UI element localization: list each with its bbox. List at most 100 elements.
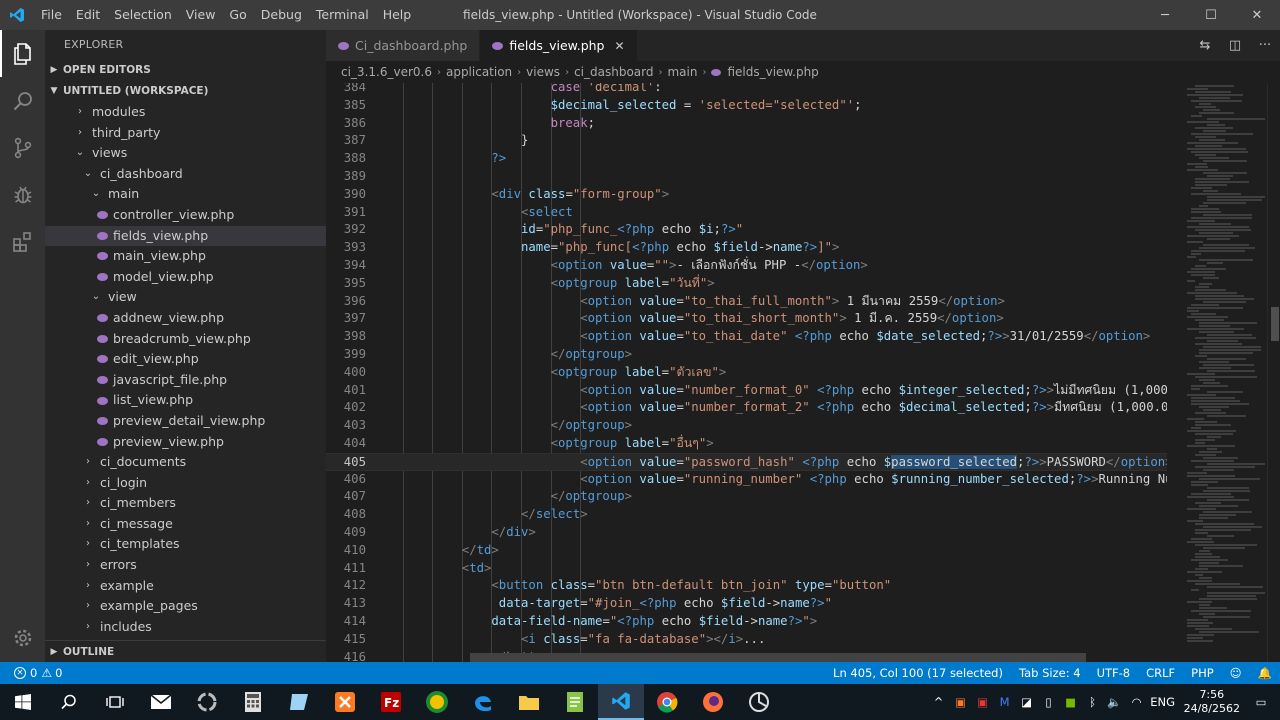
code-line[interactable]: 412 <button class="btn btn-default btn_jo…	[326, 577, 1167, 595]
chevron-up-icon[interactable]: ^	[928, 695, 950, 709]
manage-gear-icon[interactable]	[0, 622, 45, 654]
code-line[interactable]: 415 <i class="fa fa-database"></i>...	[326, 631, 1167, 649]
app-icon[interactable]	[276, 684, 322, 720]
code-line[interactable]: 406 <option value="running_number" <?php …	[326, 471, 1167, 489]
tree-file[interactable]: main_view.php	[45, 246, 326, 267]
bluetooth-icon[interactable]: ᛒ	[1082, 695, 1104, 709]
menu-item-debug[interactable]: Debug	[254, 0, 309, 30]
tree-file[interactable]: javascript_file.php	[45, 370, 326, 391]
notepad-icon[interactable]	[552, 684, 598, 720]
close-tab-icon[interactable]: ✕	[614, 39, 624, 53]
code-line[interactable]: 389	[326, 168, 1167, 186]
code-line[interactable]: 401 <option value="number_format_0" <?php…	[326, 382, 1167, 400]
menu-item-edit[interactable]: Edit	[69, 0, 107, 30]
code-line[interactable]: 394 <option value="">- เลือกฟังก์ชั่น PHP…	[326, 257, 1167, 275]
wifi-icon[interactable]: ◠	[1126, 695, 1148, 709]
app-tray-icon[interactable]: M	[994, 695, 1016, 709]
code-line[interactable]: 384 case 'decimal':	[326, 83, 1167, 97]
tree-file[interactable]: controller_view.php	[45, 205, 326, 226]
minimap[interactable]	[1167, 83, 1267, 662]
code-line[interactable]: 411 <td>	[326, 560, 1167, 578]
task-view-icon[interactable]	[92, 684, 138, 720]
menu-item-file[interactable]: File	[34, 0, 69, 30]
tree-file[interactable]: edit_view.php	[45, 349, 326, 370]
app-icon[interactable]	[736, 684, 782, 720]
tree-file[interactable]: list_view.php	[45, 390, 326, 411]
workspace-section[interactable]: ▼ UNTITLED (WORKSPACE)	[45, 81, 326, 102]
app-tray-icon[interactable]: ◪	[1016, 695, 1038, 709]
code-line[interactable]: 404 <optgroup label="อื่นๆ">	[326, 435, 1167, 453]
filezilla-tray-icon[interactable]: ▣	[972, 695, 994, 709]
tree-folder[interactable]: ⌄ main	[45, 184, 326, 205]
code-line[interactable]: 386 break;	[326, 115, 1167, 133]
windows-start-icon[interactable]	[0, 684, 46, 720]
language-indicator[interactable]: ENG	[1148, 695, 1178, 709]
tab-fields-view[interactable]: fields_view.php ✕	[480, 30, 638, 61]
tab-ci-dashboard[interactable]: Ci_dashboard.php	[326, 30, 481, 61]
outline-section[interactable]: ▶ OUTLINE	[45, 640, 326, 662]
hs-app-icon[interactable]	[414, 684, 460, 720]
code-line[interactable]: 413 data-target="#join_<?php echo $field…	[326, 595, 1167, 613]
xampp-icon[interactable]	[322, 684, 368, 720]
more-actions-icon[interactable]: ···	[1250, 38, 1280, 53]
code-line[interactable]: 403 </optgroup>	[326, 417, 1167, 435]
code-line[interactable]: 392 id="php_func_<?php echo $i;?>"	[326, 221, 1167, 239]
code-line[interactable]: 393 name="php_func[<?php echo $field->nam…	[326, 239, 1167, 257]
code-line[interactable]: 398 <option value="to_thai_date" <?php ec…	[326, 328, 1167, 346]
extensions-icon[interactable]	[0, 218, 45, 265]
tree-folder[interactable]: › errors	[45, 555, 326, 576]
problems-indicator[interactable]: ✕ 0 ⚠ 0	[0, 666, 62, 680]
vertical-scrollbar[interactable]	[1267, 83, 1280, 662]
battery-icon[interactable]: ▯	[1038, 695, 1060, 709]
xampp-tray-icon[interactable]: ▣	[950, 695, 972, 709]
menu-item-terminal[interactable]: Terminal	[309, 0, 376, 30]
code-line[interactable]: 409 </div>	[326, 524, 1167, 542]
file-explorer-icon[interactable]	[506, 684, 552, 720]
code-line[interactable]: 388 ?>	[326, 150, 1167, 168]
tree-folder[interactable]: ⌄ view	[45, 287, 326, 308]
tree-folder[interactable]: › includes	[45, 617, 326, 638]
source-control-icon[interactable]	[0, 124, 45, 171]
tree-folder[interactable]: › ci_login	[45, 473, 326, 494]
clock[interactable]: 7:56 24/8/2562	[1184, 688, 1240, 716]
sync-app-icon[interactable]	[184, 684, 230, 720]
nvidia-icon[interactable]: ■	[1060, 695, 1082, 709]
breadcrumb-item[interactable]: application	[446, 65, 512, 79]
close-window-button[interactable]: ✕	[1234, 0, 1280, 30]
code-line[interactable]: 410 </td>	[326, 542, 1167, 560]
breadcrumb-item[interactable]: fields_view.php	[727, 65, 818, 79]
tree-folder[interactable]: › ci_documents	[45, 452, 326, 473]
open-changes-icon[interactable]: ⇆	[1190, 38, 1220, 53]
tab-size[interactable]: Tab Size: 4	[1019, 666, 1081, 680]
action-center-icon[interactable]: ▭	[1250, 695, 1272, 709]
tree-folder[interactable]: ⌄ ci_dashboard	[45, 164, 326, 185]
tree-folder[interactable]: › modules	[45, 102, 326, 123]
tree-file[interactable]: preview_detail_view.php	[45, 411, 326, 432]
code-line[interactable]: 407 </optgroup>	[326, 488, 1167, 506]
code-line[interactable]: 414 data-field-name= " <?php echo $field->n…	[326, 613, 1167, 631]
filezilla-icon[interactable]: Fz	[368, 684, 414, 720]
menu-item-selection[interactable]: Selection	[107, 0, 179, 30]
language-mode[interactable]: PHP	[1191, 666, 1214, 680]
tree-folder[interactable]: › ci_templates	[45, 534, 326, 555]
breadcrumb-item[interactable]: ci_dashboard	[574, 65, 653, 79]
mail-icon[interactable]	[138, 684, 184, 720]
scrollbar-thumb[interactable]	[1271, 307, 1279, 341]
breadcrumb-item[interactable]: ci_3.1.6_ver0.6	[341, 65, 432, 79]
tree-folder[interactable]: › example	[45, 576, 326, 597]
explorer-icon[interactable]	[0, 30, 45, 77]
encoding[interactable]: UTF-8	[1097, 666, 1131, 680]
code-editor[interactable]: 384 case 'decimal': 385 $decimal_selected =…	[326, 83, 1167, 662]
chrome-icon[interactable]	[644, 684, 690, 720]
minimize-button[interactable]: ─	[1142, 0, 1188, 30]
code-line[interactable]: 391 <select	[326, 204, 1167, 222]
tree-file[interactable]: fields_view.php	[45, 225, 326, 247]
tree-file[interactable]: preview_view.php	[45, 432, 326, 453]
edge-icon[interactable]	[460, 684, 506, 720]
calculator-icon[interactable]	[230, 684, 276, 720]
split-editor-icon[interactable]: ◫	[1220, 38, 1250, 53]
search-icon[interactable]	[0, 77, 45, 124]
feedback-icon[interactable]: ☺	[1230, 666, 1242, 680]
code-line[interactable]: 405 <option value="password_hash" <?php e…	[326, 452, 1167, 471]
maximize-button[interactable]: ☐	[1188, 0, 1234, 30]
